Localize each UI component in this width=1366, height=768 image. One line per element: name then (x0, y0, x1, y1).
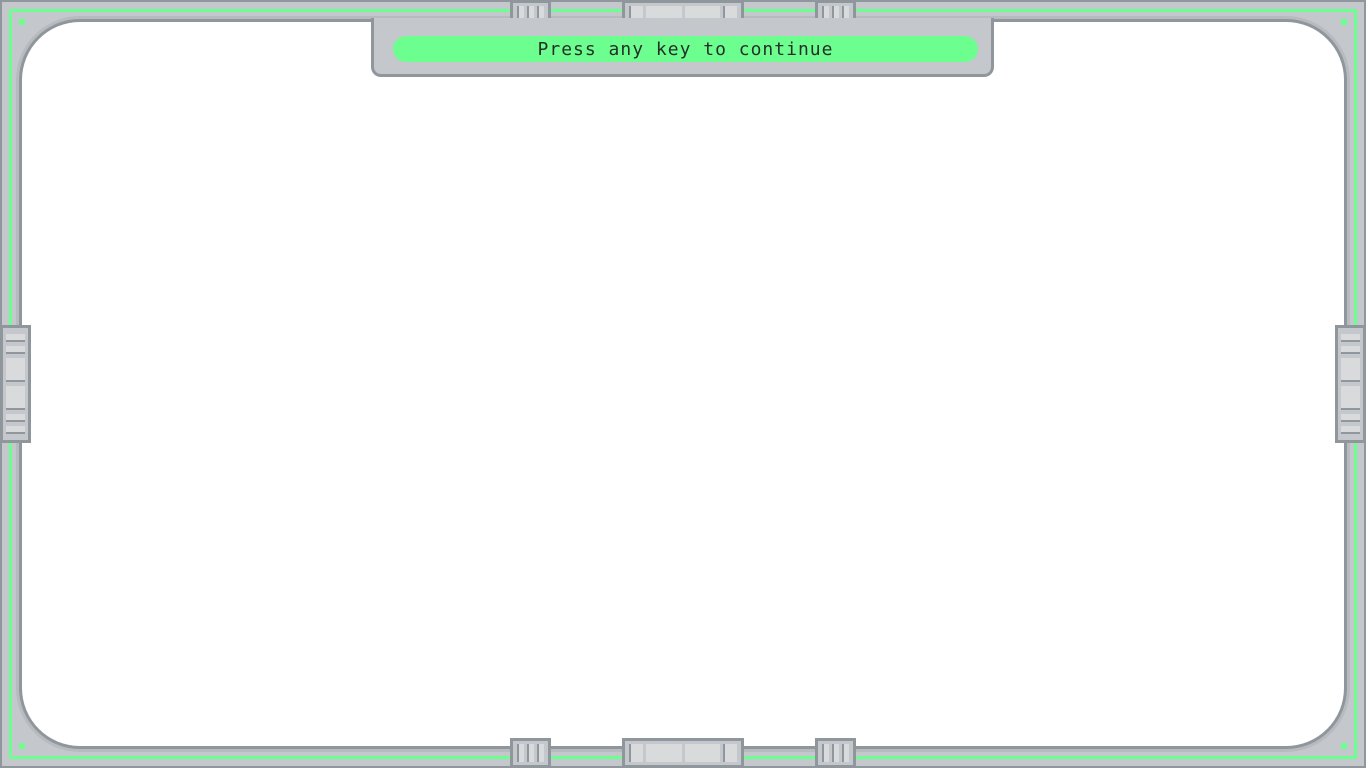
right-side-connector (1335, 325, 1366, 443)
bottom-connector-center (622, 738, 744, 768)
left-side-connector (0, 325, 31, 443)
game-screen[interactable]: Press any key to continue (0, 0, 1366, 768)
corner-light-bottom-left (19, 743, 25, 749)
prompt-panel: Press any key to continue (371, 18, 994, 77)
corner-light-top-right (1341, 19, 1347, 25)
corner-light-bottom-right (1341, 743, 1347, 749)
bottom-connector-left (510, 738, 551, 768)
viewport-screen (22, 22, 1344, 746)
continue-prompt[interactable]: Press any key to continue (393, 36, 978, 62)
bottom-connector-right (815, 738, 856, 768)
corner-light-top-left (19, 19, 25, 25)
